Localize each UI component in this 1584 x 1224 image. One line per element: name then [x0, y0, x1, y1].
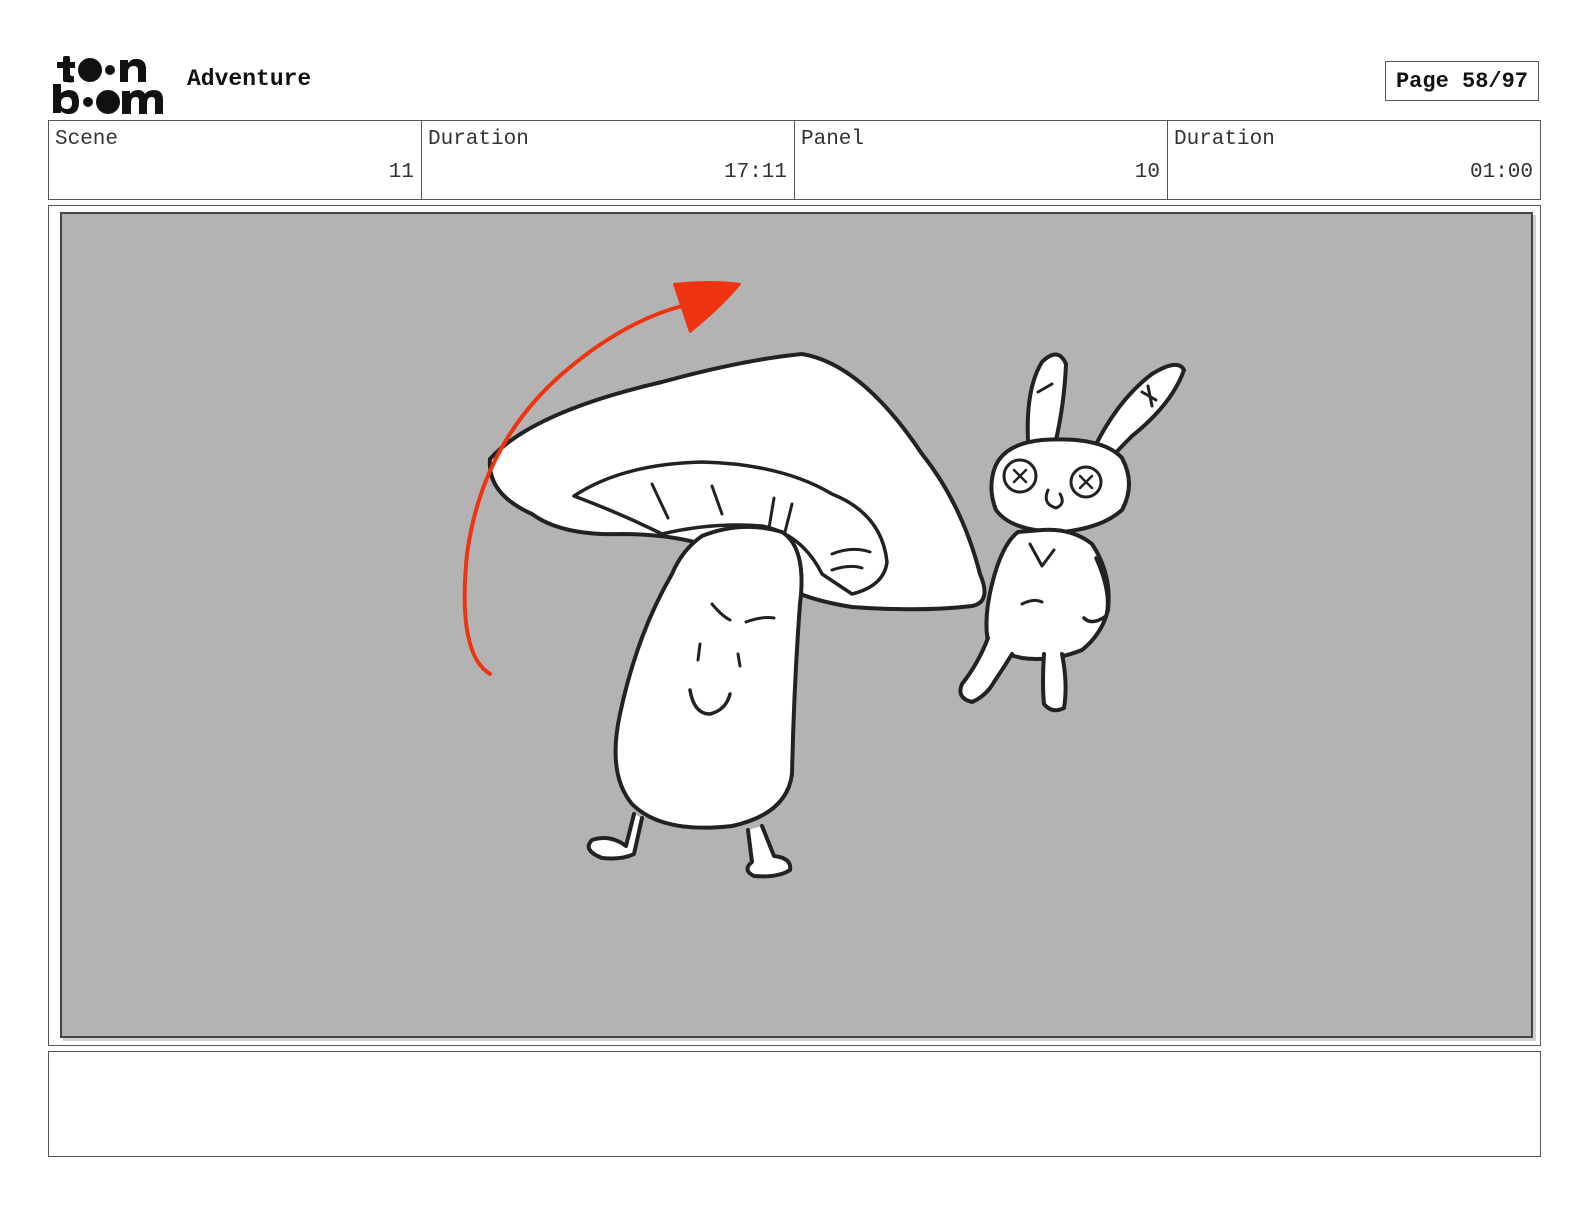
project-title: Adventure	[187, 66, 312, 92]
panel-drawing	[60, 212, 1533, 1038]
panel-notes	[48, 1051, 1541, 1157]
scene-duration-label: Duration	[428, 128, 529, 151]
panel-label: Panel	[801, 128, 865, 151]
scene-cell: Scene 11	[49, 121, 422, 199]
panel-duration-label: Duration	[1174, 128, 1275, 151]
toon-boom-logo	[50, 50, 166, 114]
mushroom-stem	[613, 524, 804, 830]
page-number: Page 58/97	[1385, 61, 1539, 101]
mushroom-left-leg	[586, 812, 644, 861]
panel-duration-cell: Duration 01:00	[1168, 121, 1540, 199]
panel-frame	[48, 205, 1541, 1046]
scene-duration-value: 17:11	[723, 161, 787, 184]
bunny-character	[958, 352, 1186, 713]
scene-duration-cell: Duration 17:11	[422, 121, 795, 199]
bunny-right-leg	[1041, 652, 1068, 713]
toon-boom-logo-mark	[53, 56, 163, 114]
scene-value: 11	[388, 161, 414, 184]
panel-duration-value: 01:00	[1469, 161, 1533, 184]
panel-cell: Panel 10	[795, 121, 1168, 199]
panel-info-row: Scene 11 Duration 17:11 Panel 10 Duratio…	[48, 120, 1541, 200]
scene-label: Scene	[55, 128, 119, 151]
mushroom-right-leg	[745, 824, 793, 879]
storyboard-sketch	[462, 281, 1186, 879]
panel-value: 10	[1134, 161, 1160, 184]
